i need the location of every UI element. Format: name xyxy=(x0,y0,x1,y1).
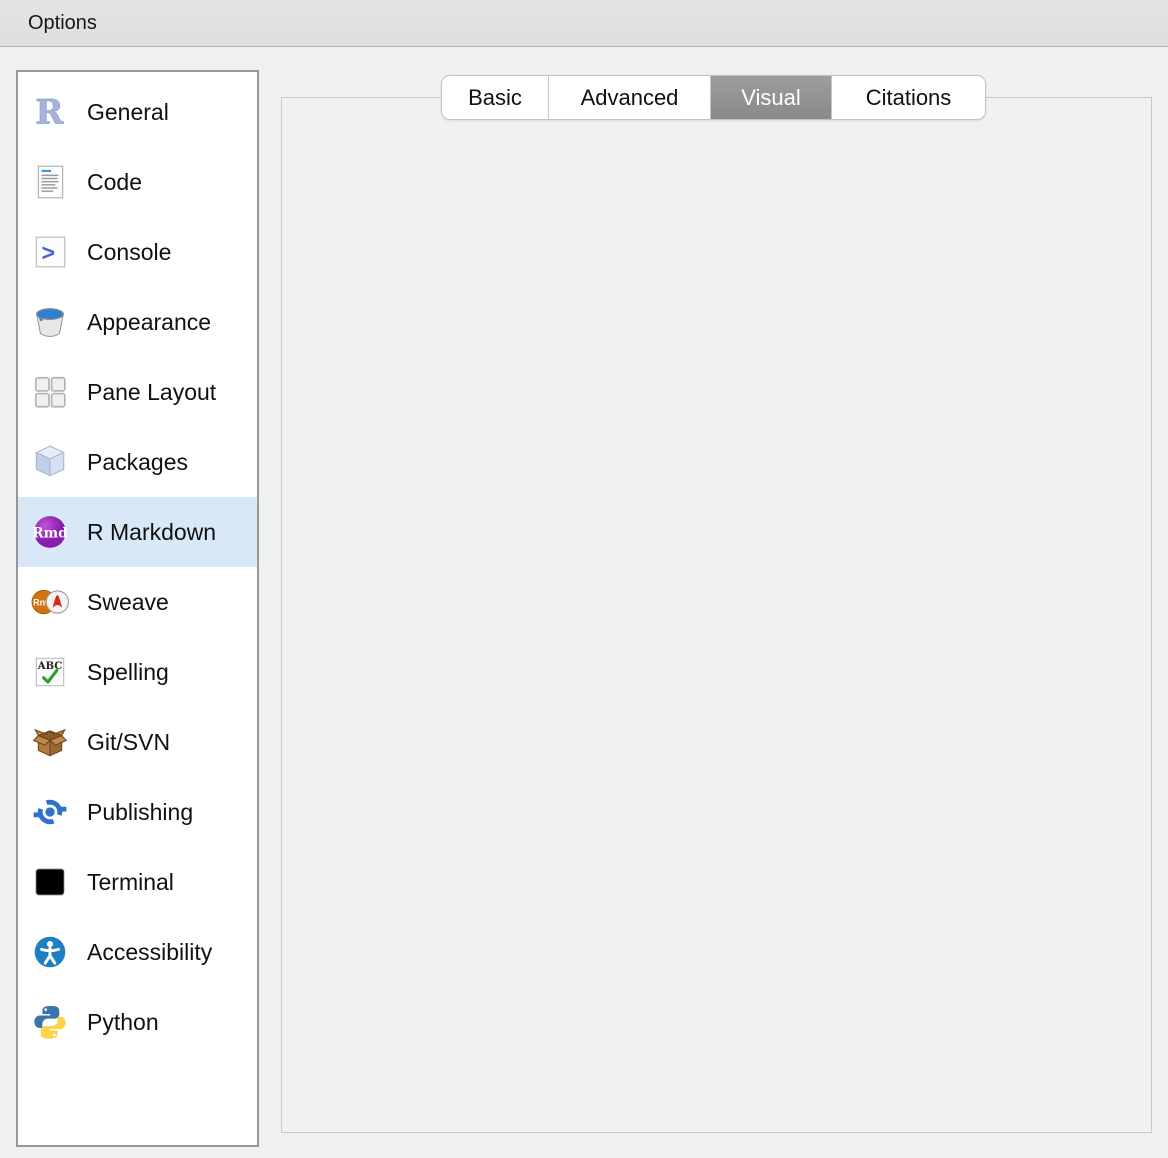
tab-citations[interactable]: Citations xyxy=(832,76,985,119)
paint-bucket-icon xyxy=(30,302,70,342)
sidebar-item-console[interactable]: > Console xyxy=(18,217,257,287)
sidebar-item-appearance[interactable]: Appearance xyxy=(18,287,257,357)
sidebar-item-label: Accessibility xyxy=(87,939,212,966)
window-title: Options xyxy=(28,12,97,35)
window-titlebar: Options xyxy=(0,0,1168,47)
sidebar-item-label: Publishing xyxy=(87,799,193,826)
sidebar-item-label: General xyxy=(87,99,169,126)
sidebar-item-git-svn[interactable]: Git/SVN xyxy=(18,707,257,777)
sidebar-item-label: Spelling xyxy=(87,659,169,686)
options-tabbar: Basic Advanced Visual Citations xyxy=(441,75,986,120)
tab-basic[interactable]: Basic xyxy=(442,76,549,119)
tab-advanced[interactable]: Advanced xyxy=(549,76,711,119)
code-document-icon xyxy=(30,162,70,202)
sidebar-item-python[interactable]: Python xyxy=(18,987,257,1057)
sidebar-item-publishing[interactable]: Publishing xyxy=(18,777,257,847)
git-svn-box-icon xyxy=(30,722,70,762)
sidebar-item-accessibility[interactable]: Accessibility xyxy=(18,917,257,987)
options-category-sidebar: R General Code > Console xyxy=(16,70,259,1147)
sidebar-item-label: Packages xyxy=(87,449,188,476)
rmarkdown-icon: Rmd xyxy=(30,512,70,552)
sidebar-item-spelling[interactable]: ABC Spelling xyxy=(18,637,257,707)
terminal-icon xyxy=(30,862,70,902)
sidebar-item-r-markdown[interactable]: Rmd R Markdown xyxy=(18,497,257,567)
visual-tab-panel xyxy=(281,97,1152,1133)
sidebar-item-label: Git/SVN xyxy=(87,729,170,756)
spelling-icon: ABC xyxy=(30,652,70,692)
sidebar-item-code[interactable]: Code xyxy=(18,147,257,217)
sidebar-item-label: R Markdown xyxy=(87,519,216,546)
sidebar-item-pane-layout[interactable]: Pane Layout xyxy=(18,357,257,427)
sweave-icon: Rnw xyxy=(30,582,70,622)
python-icon xyxy=(30,1002,70,1042)
svg-text:>: > xyxy=(42,239,56,265)
sidebar-item-label: Terminal xyxy=(87,869,174,896)
sidebar-item-label: Sweave xyxy=(87,589,169,616)
sidebar-item-label: Appearance xyxy=(87,309,211,336)
sidebar-item-label: Pane Layout xyxy=(87,379,216,406)
sidebar-item-label: Code xyxy=(87,169,142,196)
package-cube-icon xyxy=(30,442,70,482)
svg-text:Rmd: Rmd xyxy=(32,525,68,541)
tab-visual[interactable]: Visual xyxy=(711,76,832,119)
publishing-icon xyxy=(30,792,70,832)
sidebar-item-sweave[interactable]: Rnw Sweave xyxy=(18,567,257,637)
sidebar-item-general[interactable]: R General xyxy=(18,77,257,147)
sidebar-item-packages[interactable]: Packages xyxy=(18,427,257,497)
console-icon: > xyxy=(30,232,70,272)
r-logo-icon: R xyxy=(30,92,70,132)
svg-text:R: R xyxy=(35,93,64,131)
pane-grid-icon xyxy=(30,372,70,412)
sidebar-item-label: Console xyxy=(87,239,171,266)
sidebar-item-terminal[interactable]: Terminal xyxy=(18,847,257,917)
sidebar-item-label: Python xyxy=(87,1009,159,1036)
accessibility-icon xyxy=(30,932,70,972)
